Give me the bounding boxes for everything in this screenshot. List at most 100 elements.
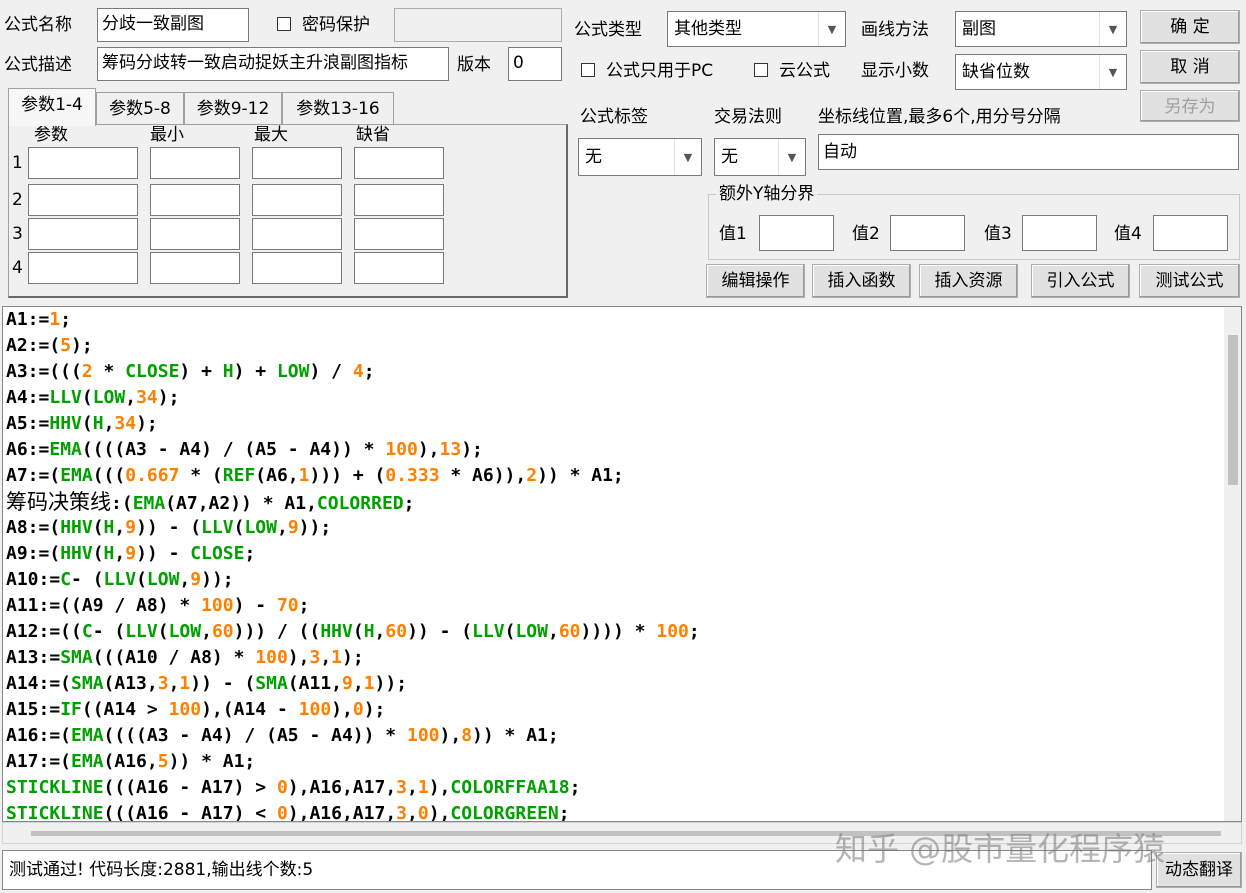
draw-method-select[interactable]: 副图 ▼ [955,11,1127,47]
draw-method-label: 画线方法 [861,20,929,40]
insert-function-button[interactable]: 插入函数 [812,264,911,298]
tab-params-5-8[interactable]: 参数5-8 [96,92,184,124]
code-line: 筹码决策线:(EMA(A7,A2)) * A1,COLORRED; [6,490,415,514]
version-label: 版本 [457,55,491,75]
tag-select[interactable]: 无 ▼ [578,138,702,176]
tab-params-9-12[interactable]: 参数9-12 [184,92,282,124]
tab-params-13-16[interactable]: 参数13-16 [282,92,394,124]
password-checkbox[interactable] [277,17,291,31]
code-line: A11:=((A9 / A8) * 100) - 70; [6,595,310,616]
y-value-1-input[interactable] [759,215,834,251]
decimals-label: 显示小数 [861,61,929,81]
code-line: A15:=IF((A14 > 100),(A14 - 100),0); [6,699,386,720]
code-line: A3:=(((2 * CLOSE) + H) + LOW) / 4; [6,361,375,382]
watermark-text: 知乎 @股市量化程序猿 [835,830,1166,868]
param-3-name[interactable] [28,218,138,250]
code-line: A9:=(HHV(H,9)) - CLOSE; [6,543,256,564]
code-line: A16:=(EMA((((A3 - A4) / (A5 - A4)) * 100… [6,725,559,746]
formula-type-select[interactable]: 其他类型 ▼ [667,11,846,47]
param-header-min: 最小 [150,125,184,145]
param-1-min[interactable] [150,147,240,179]
formula-desc-input[interactable]: 筹码分歧转一致启动捉妖主升浪副图指标 [97,47,449,81]
save-as-button[interactable]: 另存为 [1140,90,1240,122]
trade-rule-label: 交易法则 [714,107,782,127]
scroll-thumb[interactable] [1228,335,1238,485]
chevron-down-icon: ▼ [1099,55,1126,89]
param-1-name[interactable] [28,147,138,179]
import-formula-button[interactable]: 引入公式 [1031,264,1130,298]
axis-position-label: 坐标线位置,最多6个,用分号分隔 [818,107,1061,127]
code-line: STICKLINE(((A16 - A17) < 0),A16,A17,3,0)… [6,803,570,822]
param-4-max[interactable] [252,252,342,284]
cloud-formula-checkbox[interactable] [754,63,768,77]
code-line: A6:=EMA((((A3 - A4) / (A5 - A4)) * 100),… [6,439,483,460]
code-line: A7:=(EMA(((0.667 * (REF(A6,1))) + (0.333… [6,465,624,486]
code-line: A17:=(EMA(A16,5)) * A1; [6,751,256,772]
param-2-min[interactable] [150,184,240,216]
password-label: 密码保护 [302,15,370,35]
param-row-index: 1 [12,153,23,173]
code-text[interactable]: A1:=1; A2:=(5); A3:=(((2 * CLOSE) + H) + L… [6,307,700,822]
param-row-index: 4 [12,258,23,278]
code-line: A1:=1; [6,309,72,330]
version-input[interactable]: 0 [508,47,562,81]
pc-only-checkbox[interactable] [581,63,595,77]
param-1-max[interactable] [252,147,342,179]
formula-type-value: 其他类型 [674,19,742,39]
y-value-2-input[interactable] [890,215,965,251]
trade-rule-select[interactable]: 无 ▼ [714,138,806,176]
trade-rule-value: 无 [721,147,738,167]
param-3-default[interactable] [354,218,444,250]
param-header-default: 缺省 [356,125,390,145]
code-line: A8:=(HHV(H,9)) - (LLV(LOW,9)); [6,517,332,538]
param-2-default[interactable] [354,184,444,216]
code-line: A10:=C- (LLV(LOW,9)); [6,569,234,590]
vertical-scrollbar[interactable] [1224,307,1241,821]
code-line: A13:=SMA(((A10 / A8) * 100),3,1); [6,647,364,668]
chevron-down-icon: ▼ [674,139,701,175]
chevron-down-icon: ▼ [778,139,805,175]
param-header-name: 参数 [34,125,68,145]
tag-label: 公式标签 [580,107,648,127]
param-header-max: 最大 [254,125,288,145]
param-2-name[interactable] [28,184,138,216]
chevron-down-icon: ▼ [1099,12,1126,46]
chevron-down-icon: ▼ [818,12,845,46]
test-formula-button[interactable]: 测试公式 [1139,264,1240,298]
axis-position-input[interactable]: 自动 [818,134,1239,170]
code-line: A12:=((C- (LLV(LOW,60))) / ((HHV(H,60)) … [6,621,700,642]
ok-button[interactable]: 确 定 [1140,10,1240,44]
password-input [394,8,562,42]
tag-value: 无 [585,147,602,167]
param-row-index: 2 [12,190,23,210]
edit-operation-button[interactable]: 编辑操作 [706,264,805,298]
formula-desc-label: 公式描述 [4,55,72,75]
code-editor[interactable]: A1:=1; A2:=(5); A3:=(((2 * CLOSE) + H) + L… [2,306,1242,822]
draw-method-value: 副图 [962,19,996,39]
param-4-name[interactable] [28,252,138,284]
pc-only-label: 公式只用于PC [606,61,714,81]
param-2-max[interactable] [252,184,342,216]
code-line: A2:=(5); [6,335,93,356]
dynamic-translate-button[interactable]: 动态翻译 [1156,852,1242,888]
formula-name-input[interactable]: 分歧一致副图 [97,8,249,42]
y-value-3-input[interactable] [1022,215,1097,251]
formula-type-label: 公式类型 [574,20,642,40]
cancel-button[interactable]: 取 消 [1140,50,1240,84]
code-line: STICKLINE(((A16 - A17) > 0),A16,A17,3,1)… [6,777,581,798]
formula-name-label: 公式名称 [4,15,72,35]
insert-resource-button[interactable]: 插入资源 [919,264,1018,298]
y-value-2-label: 值2 [852,224,880,244]
param-3-min[interactable] [150,218,240,250]
param-4-default[interactable] [354,252,444,284]
code-line: A4:=LLV(LOW,34); [6,387,180,408]
decimals-select[interactable]: 缺省位数 ▼ [955,54,1127,90]
tab-params-1-4[interactable]: 参数1-4 [8,88,96,126]
param-1-default[interactable] [354,147,444,179]
code-line: A14:=(SMA(A13,3,1)) - (SMA(A11,9,1)); [6,673,408,694]
y-value-4-input[interactable] [1153,215,1228,251]
param-4-min[interactable] [150,252,240,284]
cloud-formula-label: 云公式 [779,61,830,81]
param-row-index: 3 [12,224,23,244]
param-3-max[interactable] [252,218,342,250]
